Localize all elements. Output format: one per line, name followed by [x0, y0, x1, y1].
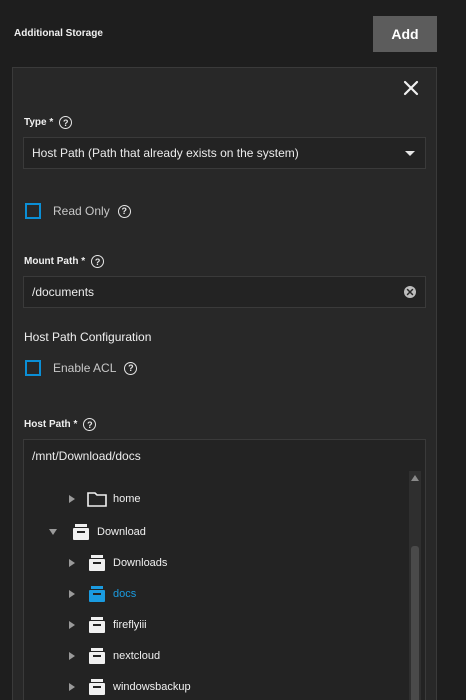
expand-arrow-icon[interactable]: [69, 590, 75, 598]
tree-item-download[interactable]: Download: [49, 523, 146, 541]
read-only-label: Read Only: [53, 204, 110, 218]
tree-item-windowsbackup[interactable]: windowsbackup: [69, 678, 191, 696]
enable-acl-label: Enable ACL: [53, 361, 117, 375]
expand-arrow-icon[interactable]: [69, 652, 75, 660]
expand-arrow-icon[interactable]: [69, 495, 75, 503]
add-button[interactable]: Add: [373, 16, 437, 52]
help-icon[interactable]: ?: [91, 255, 105, 268]
host-path-tree[interactable]: home Download Downloads docs fireflyiii …: [23, 471, 426, 700]
folder-icon: [87, 490, 107, 508]
host-path-config-heading: Host Path Configuration: [24, 330, 152, 344]
read-only-checkbox[interactable]: [25, 203, 41, 219]
mount-path-label-text: Mount Path *: [24, 256, 86, 267]
host-path-value: /mnt/Download/docs: [32, 448, 141, 463]
tree-item-label: nextcloud: [113, 650, 161, 662]
dataset-icon: [87, 647, 107, 665]
tree-item-label: windowsbackup: [113, 681, 191, 693]
tree-item-label: Download: [97, 526, 146, 538]
enable-acl-row: Enable ACL ?: [25, 360, 138, 376]
caret-down-icon: [405, 151, 415, 156]
tree-item-label: docs: [113, 588, 137, 600]
collapse-arrow-icon[interactable]: [49, 529, 57, 535]
close-icon[interactable]: [402, 79, 420, 97]
mount-path-input[interactable]: /documents: [23, 276, 426, 308]
mount-path-value: /documents: [32, 285, 95, 299]
help-icon[interactable]: ?: [117, 204, 131, 218]
host-path-label: Host Path * ?: [24, 418, 97, 431]
section-title: Additional Storage: [14, 28, 103, 39]
scroll-thumb[interactable]: [411, 546, 419, 700]
dataset-icon: [87, 616, 107, 634]
tree-scrollbar[interactable]: [409, 471, 421, 700]
host-path-input[interactable]: /mnt/Download/docs: [23, 439, 426, 472]
dataset-icon: [87, 554, 107, 572]
type-label: Type * ?: [24, 116, 73, 129]
expand-arrow-icon[interactable]: [69, 559, 75, 567]
tree-item-nextcloud[interactable]: nextcloud: [69, 647, 160, 665]
dataset-icon: [87, 585, 107, 603]
tree-item-label: Downloads: [113, 557, 168, 569]
tree-item-label: home: [113, 493, 141, 505]
clear-icon[interactable]: [404, 286, 416, 298]
expand-arrow-icon[interactable]: [69, 683, 75, 691]
read-only-row: Read Only ?: [25, 203, 131, 219]
tree-item-home[interactable]: home: [69, 490, 141, 508]
scroll-up-icon[interactable]: [411, 475, 419, 481]
mount-path-label: Mount Path * ?: [24, 255, 105, 268]
tree-item-fireflyiii[interactable]: fireflyiii: [69, 616, 147, 634]
type-select-value: Host Path (Path that already exists on t…: [32, 146, 299, 160]
tree-item-downloads[interactable]: Downloads: [69, 554, 167, 572]
dataset-icon: [71, 523, 91, 541]
help-icon[interactable]: ?: [124, 361, 138, 375]
enable-acl-checkbox[interactable]: [25, 360, 41, 376]
dataset-icon: [87, 678, 107, 696]
help-icon[interactable]: ?: [59, 116, 73, 129]
tree-item-docs[interactable]: docs: [69, 585, 136, 603]
tree-item-label: fireflyiii: [113, 619, 147, 631]
storage-entry-card: Type * ? Host Path (Path that already ex…: [12, 67, 437, 700]
expand-arrow-icon[interactable]: [69, 621, 75, 629]
type-label-text: Type *: [24, 117, 54, 128]
help-icon[interactable]: ?: [83, 418, 97, 431]
host-path-label-text: Host Path *: [24, 419, 78, 430]
type-select[interactable]: Host Path (Path that already exists on t…: [23, 137, 426, 169]
